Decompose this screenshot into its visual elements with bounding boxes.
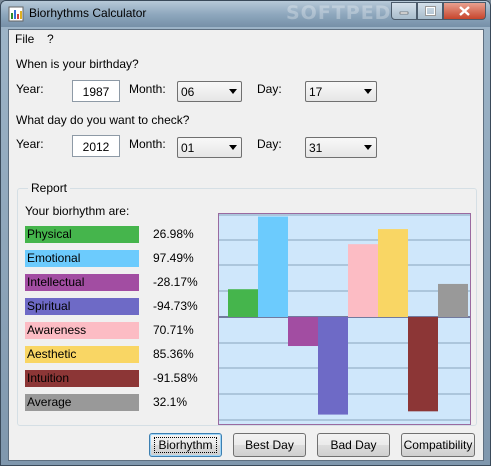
close-button[interactable] — [443, 2, 486, 20]
value-average: 32.1% — [153, 395, 188, 409]
menu-bar: File ? — [9, 30, 483, 48]
check-day-label: Day: — [257, 137, 282, 151]
chevron-down-icon — [229, 89, 237, 94]
birth-year-label: Year: — [16, 82, 44, 96]
check-month-value: 01 — [181, 141, 195, 155]
biorhythm-button[interactable]: Biorhythm — [149, 433, 222, 457]
bar-physical — [228, 289, 258, 317]
check-prompt: What day do you want to check? — [16, 113, 190, 127]
check-year-input[interactable]: 2012 — [72, 135, 120, 157]
chevron-down-icon — [364, 145, 372, 150]
value-emotional: 97.49% — [153, 251, 194, 265]
menu-help[interactable]: ? — [47, 32, 54, 46]
birth-day-label: Day: — [257, 82, 282, 96]
close-icon — [459, 6, 470, 16]
value-intuition: -91.58% — [153, 371, 198, 385]
report-group: Report Your biorhythm are: Physical 26.9… — [17, 181, 477, 426]
bar-aesthetic — [378, 229, 408, 317]
value-intellectual: -28.17% — [153, 275, 198, 289]
legend-swatch-average: Average — [25, 394, 139, 411]
birthday-prompt: When is your birthday? — [16, 57, 139, 71]
legend-swatch-intellectual: Intellectual — [25, 274, 139, 291]
legend-swatch-aesthetic: Aesthetic — [25, 346, 139, 363]
value-awareness: 70.71% — [153, 323, 194, 337]
report-legend: Report — [28, 181, 71, 195]
value-spiritual: -94.73% — [153, 299, 198, 313]
compatibility-button[interactable]: Compatibility — [401, 433, 475, 457]
check-day-value: 31 — [309, 141, 323, 155]
minimize-button[interactable] — [391, 2, 417, 20]
legend-swatch-awareness: Awareness — [25, 322, 139, 339]
legend-swatch-physical: Physical — [25, 226, 139, 243]
value-physical: 26.98% — [153, 227, 194, 241]
best-day-button[interactable]: Best Day — [233, 433, 306, 457]
bar-intellectual — [288, 317, 318, 347]
biorhythm-chart — [218, 213, 471, 425]
app-icon — [8, 6, 24, 22]
biorhythm-chart-svg — [219, 214, 470, 421]
title-bar[interactable]: Biorhythms Calculator SOFTPEDIA — [1, 1, 490, 27]
maximize-button[interactable] — [417, 2, 443, 20]
app-window: Biorhythms Calculator SOFTPEDIA File ? W… — [0, 0, 491, 466]
check-month-select[interactable]: 01 — [177, 137, 242, 158]
check-day-select[interactable]: 31 — [305, 137, 377, 158]
menu-file[interactable]: File — [15, 32, 34, 46]
birth-month-select[interactable]: 06 — [177, 81, 242, 102]
bar-awareness — [348, 244, 378, 317]
bar-average — [438, 283, 468, 317]
check-year-label: Year: — [16, 137, 44, 151]
legend-swatch-emotional: Emotional — [25, 250, 139, 267]
bar-spiritual — [318, 317, 348, 415]
birth-day-select[interactable]: 17 — [305, 81, 377, 102]
value-aesthetic: 85.36% — [153, 347, 194, 361]
check-month-label: Month: — [129, 137, 166, 151]
bad-day-button[interactable]: Bad Day — [317, 433, 390, 457]
minimize-icon — [399, 11, 409, 15]
bar-intuition — [408, 317, 438, 412]
client-area: File ? When is your birthday? Year: 1987… — [8, 29, 484, 461]
bar-emotional — [258, 216, 288, 317]
report-heading: Your biorhythm are: — [25, 204, 130, 218]
maximize-icon — [424, 6, 436, 16]
legend-swatch-spiritual: Spiritual — [25, 298, 139, 315]
chevron-down-icon — [364, 89, 372, 94]
legend-swatch-intuition: Intuition — [25, 370, 139, 387]
window-title: Biorhythms Calculator — [29, 6, 147, 20]
birth-month-value: 06 — [181, 85, 195, 99]
birth-day-value: 17 — [309, 85, 323, 99]
birth-month-label: Month: — [129, 82, 166, 96]
chevron-down-icon — [229, 145, 237, 150]
birth-year-input[interactable]: 1987 — [72, 80, 120, 102]
